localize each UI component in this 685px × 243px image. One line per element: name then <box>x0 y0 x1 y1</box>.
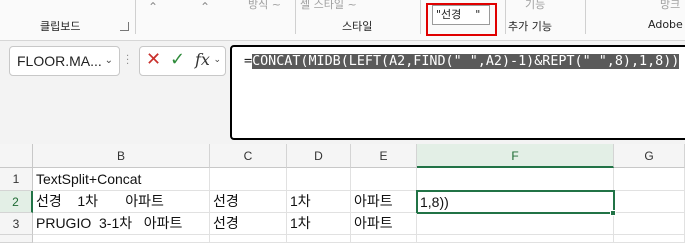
enter-icon[interactable]: ✓ <box>170 49 185 70</box>
cell-g4[interactable] <box>614 235 685 243</box>
cell-f3[interactable] <box>417 214 614 235</box>
right-ribbon-button[interactable]: 망크 <box>660 0 680 12</box>
column-header-c[interactable]: C <box>210 144 287 168</box>
red-highlight-rectangle <box>426 3 497 36</box>
clipboard-dialog-launcher-icon[interactable] <box>120 22 129 31</box>
row-header-4[interactable] <box>0 235 33 243</box>
addins-group-label: 추가 기능 <box>508 20 552 33</box>
cell-c4[interactable] <box>210 235 287 243</box>
row-header-1[interactable]: 1 <box>0 168 33 191</box>
cell-d1[interactable] <box>287 168 351 191</box>
clipboard-group-label: 클립보드 <box>40 20 81 33</box>
column-header-g[interactable]: G <box>614 144 685 168</box>
cell-e3[interactable]: 아파트 <box>351 213 417 235</box>
ribbon-divider <box>585 0 586 34</box>
cell-f2-active[interactable]: 1,8)) <box>416 190 615 214</box>
cell-e2[interactable]: 아파트 <box>351 191 417 213</box>
spreadsheet-grid: B C D E F G 1 2 3 TextSplit+Concat 선경 1차… <box>0 144 685 243</box>
ribbon-divider <box>295 0 296 34</box>
styles-group-label: 스타일 <box>342 20 373 33</box>
column-header-b[interactable]: B <box>33 144 210 168</box>
name-box-value: FLOOR.MA... <box>17 53 102 69</box>
adobe-group-label: Adobe <box>648 18 683 31</box>
cell-c3[interactable]: 선경 <box>210 213 287 235</box>
select-all-corner[interactable] <box>0 144 33 168</box>
ribbon-divider <box>505 0 506 34</box>
formula-selection[interactable]: CONCAT(MIDB(LEFT(A2,FIND(" ",A2)-1)&REPT… <box>252 54 680 69</box>
cell-b2[interactable]: 선경 1차 아파트 <box>33 191 210 213</box>
format-painter-icon[interactable]: ⌃ <box>148 0 158 14</box>
cell-c2[interactable]: 선경 <box>210 191 287 213</box>
ribbon-divider <box>135 0 136 34</box>
cell-b1[interactable]: TextSplit+Concat <box>33 168 210 191</box>
ribbon-arrow-icon[interactable]: ⌃ <box>200 0 210 14</box>
formula-buttons: ✕ ✓ fx ⌄ <box>139 46 226 76</box>
cell-e1[interactable] <box>351 168 417 191</box>
chevron-down-icon[interactable]: ⌄ <box>213 55 221 65</box>
cell-style-button[interactable]: 셀 스타일 ~ <box>300 0 357 12</box>
cell-f4[interactable] <box>417 235 614 243</box>
chevron-down-icon[interactable]: ⌄ <box>105 47 113 75</box>
name-box[interactable]: FLOOR.MA... ⌄ <box>9 46 120 76</box>
more-dots-icon[interactable]: · · · <box>126 52 130 70</box>
cell-g1[interactable] <box>614 168 685 191</box>
row-header-3[interactable]: 3 <box>0 213 33 235</box>
insert-function-icon[interactable]: fx <box>195 50 210 69</box>
cell-g2[interactable] <box>615 191 685 213</box>
cell-d3[interactable]: 1차 <box>287 213 351 235</box>
ribbon: ⌃ ⌃ 방식 ~ 셀 스타일 ~ 기능 망크 클립보드 스타일 "선경 " 추가… <box>0 0 685 41</box>
formula-bar: FLOOR.MA... ⌄ · · · ✕ ✓ fx ⌄ =CONCAT(MIDB(… <box>0 41 685 144</box>
cancel-icon[interactable]: ✕ <box>146 49 161 70</box>
ribbon-divider <box>420 0 421 34</box>
row-header-2[interactable]: 2 <box>0 191 33 213</box>
column-header-e[interactable]: E <box>351 144 417 168</box>
column-header-f[interactable]: F <box>417 144 614 168</box>
formula-input[interactable]: =CONCAT(MIDB(LEFT(A2,FIND(" ",A2)-1)&REP… <box>230 45 685 140</box>
cell-b4[interactable] <box>33 235 210 243</box>
cell-e4[interactable] <box>351 235 417 243</box>
ribbon-dir-button[interactable]: 방식 ~ <box>248 0 281 12</box>
cell-g3[interactable] <box>614 213 685 235</box>
cell-d2[interactable]: 1차 <box>287 191 351 213</box>
fill-handle[interactable] <box>610 210 616 216</box>
formula-text: =CONCAT(MIDB(LEFT(A2,FIND(" ",A2)-1)&REP… <box>244 53 680 70</box>
cell-c1[interactable] <box>210 168 287 191</box>
column-header-d[interactable]: D <box>287 144 351 168</box>
addins-button[interactable]: 기능 <box>525 0 545 12</box>
cell-d4[interactable] <box>287 235 351 243</box>
cell-f1[interactable] <box>417 168 614 191</box>
formula-equals: = <box>244 54 253 69</box>
cell-b3[interactable]: PRUGIO 3-1차 아파트 <box>33 213 210 235</box>
